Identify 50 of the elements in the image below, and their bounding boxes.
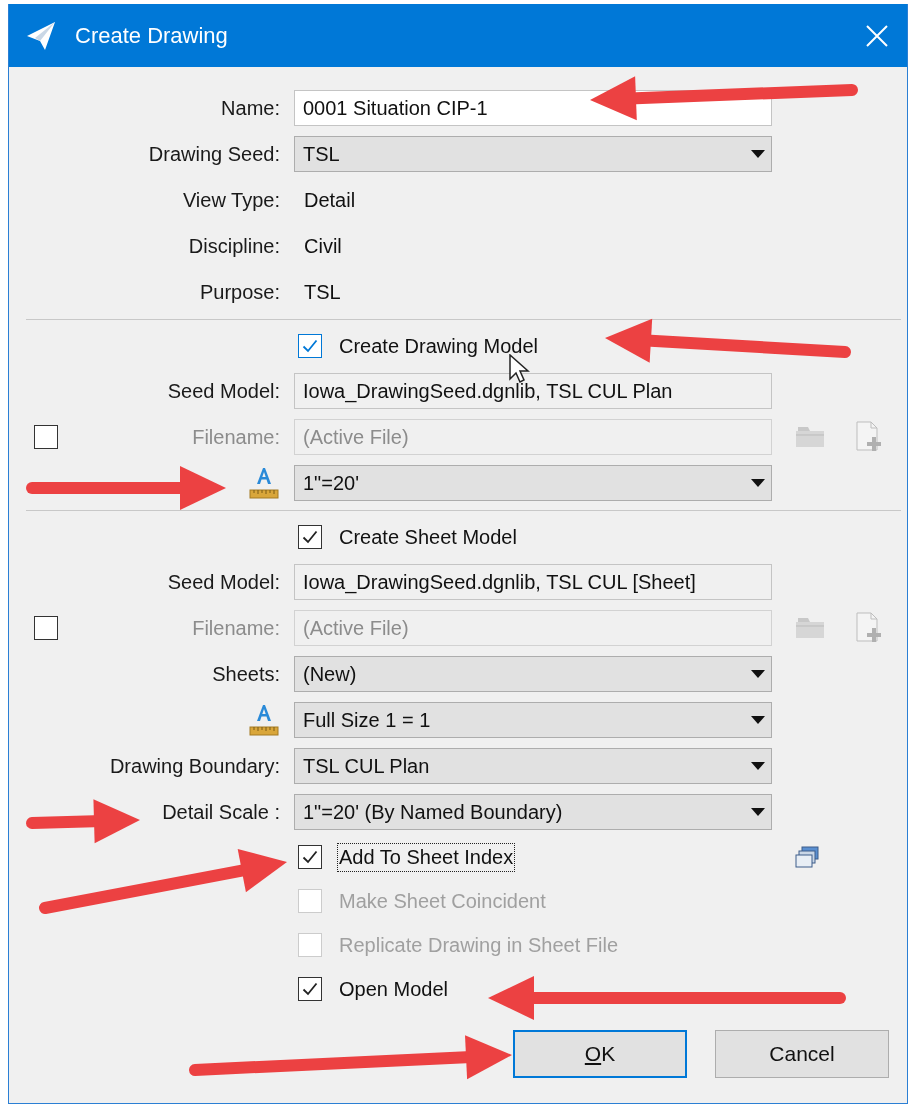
checkbox[interactable] [298,845,322,869]
dropdown-caret-icon [751,150,765,158]
text-field[interactable]: Iowa_DrawingSeed.dgnlib, TSL CUL Plan [294,373,772,409]
checkbox[interactable] [34,425,58,449]
sheet-index-icon[interactable] [794,846,820,868]
dropdown[interactable]: 1"=20' (By Named Boundary) [294,794,772,830]
text-field[interactable]: Iowa_DrawingSeed.dgnlib, TSL CUL [Sheet] [294,564,772,600]
checkbox-label[interactable]: Create Drawing Model [338,332,539,360]
checkbox-label[interactable]: Open Model [338,975,449,1003]
dialog-button[interactable]: OK [513,1030,687,1078]
field-label: Name: [221,96,280,120]
field-label: Sheets: [212,662,280,686]
dropdown-caret-icon [751,716,765,724]
dropdown[interactable]: TSL CUL Plan [294,748,772,784]
field-label: Purpose: [199,280,280,304]
checkbox-label[interactable]: Add To Sheet Index [338,843,515,871]
window-title: Create Drawing [75,22,229,49]
scale-icon [248,703,280,737]
field-value: Civil [304,234,342,258]
scale-icon [248,466,280,500]
dropdown-caret-icon [751,762,765,770]
checkbox[interactable] [298,525,322,549]
checkbox[interactable] [298,977,322,1001]
dropdown-caret-icon [751,808,765,816]
check-icon [302,530,318,544]
field-label: Filename: [192,425,280,449]
mouse-cursor-icon [509,354,531,384]
checkbox-label[interactable]: Create Sheet Model [338,523,518,551]
check-icon [302,850,318,864]
check-icon [302,339,318,353]
dialog-button[interactable]: Cancel [715,1030,889,1078]
dropdown[interactable]: Full Size 1 = 1 [294,702,772,738]
dropdown[interactable]: TSL [294,136,772,172]
dropdown-caret-icon [751,479,765,487]
field-label: Seed Model: [167,570,280,594]
field-label: Seed Model: [167,379,280,403]
field-label: Detail Scale : [162,800,280,824]
checkbox[interactable] [298,334,322,358]
field-label: Discipline: [188,234,280,258]
field-value: Detail [304,188,356,212]
field-label: View Type: [182,188,280,212]
field-label: Filename: [192,616,280,640]
dropdown-caret-icon [751,670,765,678]
checkbox[interactable] [34,616,58,640]
field-label: Drawing Seed: [148,142,280,166]
check-icon [302,982,318,996]
dropdown[interactable]: 1"=20' [294,465,772,501]
field-label: Drawing Boundary: [109,754,280,778]
field-value: TSL [304,280,341,304]
dropdown[interactable]: (New) [294,656,772,692]
